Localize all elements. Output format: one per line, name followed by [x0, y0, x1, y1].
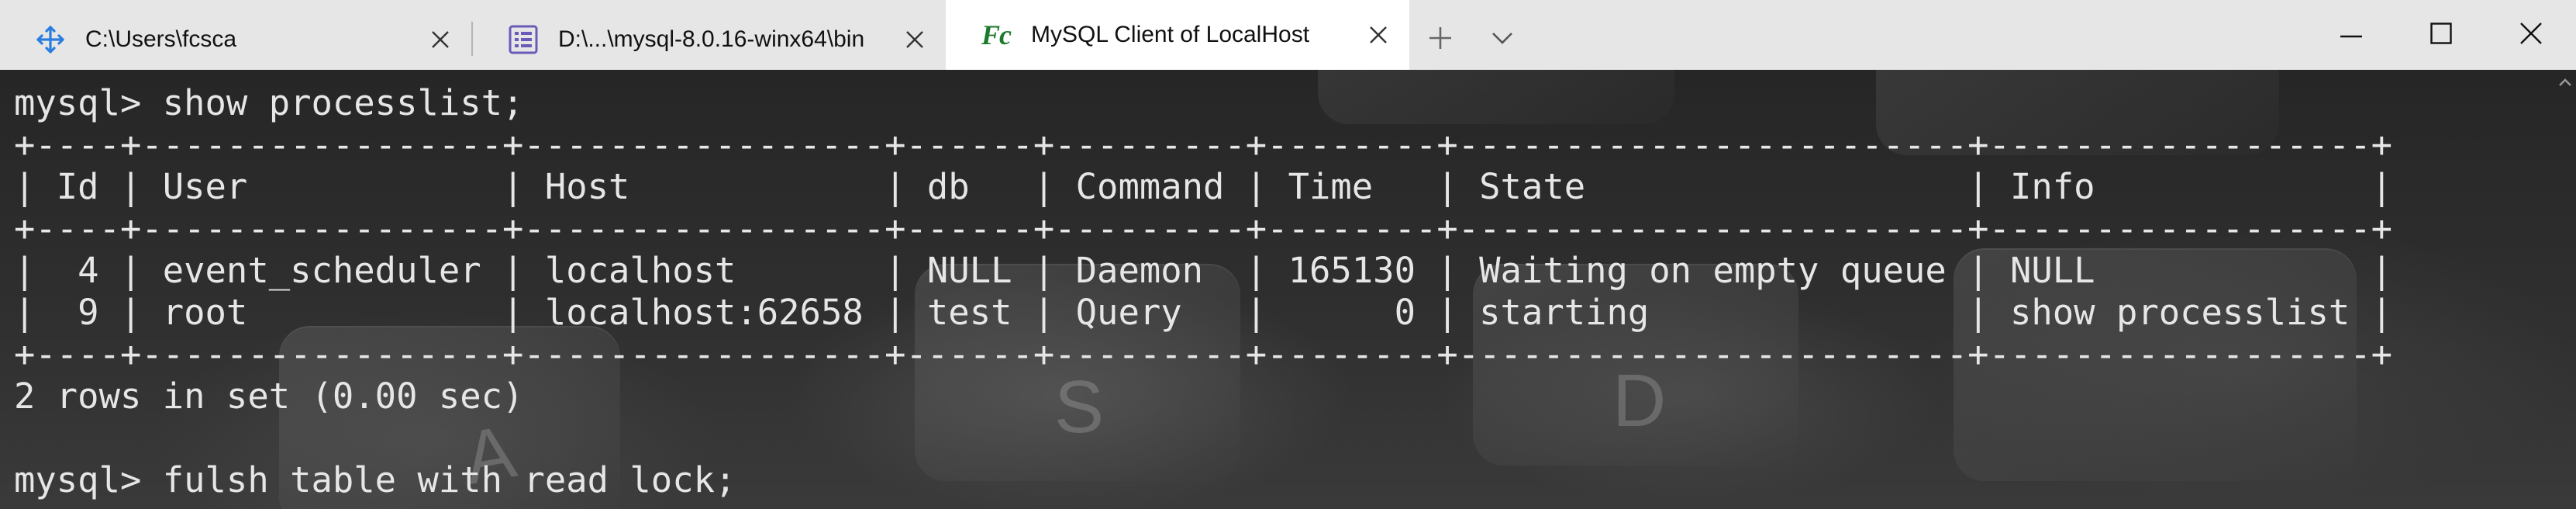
new-tab-button[interactable]	[1409, 9, 1471, 70]
plus-icon	[1428, 26, 1453, 54]
tab-bar: C:\Users\fcsca D:\...\mysql-8.0.16-winx6…	[0, 0, 2576, 70]
fc-logo-icon: Fc	[981, 19, 1012, 50]
close-icon	[2519, 22, 2543, 49]
minimize-icon	[2340, 28, 2362, 42]
scrollbar[interactable]	[2554, 70, 2576, 509]
console-output: mysql> show processlist; +----+----------…	[14, 82, 2392, 501]
console-line: mysql> show processlist;	[14, 82, 524, 123]
close-icon[interactable]	[899, 24, 930, 55]
tab-label: MySQL Client of LocalHost	[1031, 22, 1310, 47]
close-icon[interactable]	[1363, 19, 1394, 50]
console-line: 2 rows in set (0.00 sec)	[14, 376, 524, 417]
minimize-button[interactable]	[2306, 0, 2396, 70]
scroll-up-arrow-icon[interactable]	[2557, 74, 2573, 90]
tab-user-shell[interactable]: C:\Users\fcsca	[0, 9, 471, 70]
console-line: | Id | User | Host | db | Command | Time…	[14, 166, 2393, 207]
close-window-button[interactable]	[2486, 0, 2576, 70]
console-line: mysql> fulsh table with read lock;	[14, 459, 736, 500]
chevron-down-icon	[1491, 31, 1513, 49]
tab-dropdown-button[interactable]	[1471, 9, 1533, 70]
console-line: +----+-----------------+----------------…	[14, 334, 2393, 375]
tab-mysql-client-active[interactable]: Fc MySQL Client of LocalHost	[946, 0, 1409, 70]
close-icon[interactable]	[425, 24, 456, 55]
maximize-icon	[2430, 22, 2452, 48]
tab-mysql-bin[interactable]: D:\...\mysql-8.0.16-winx64\bin	[473, 9, 946, 70]
window-controls	[2306, 0, 2576, 70]
tab-label: D:\...\mysql-8.0.16-winx64\bin	[558, 26, 865, 52]
tab-label: C:\Users\fcsca	[85, 26, 237, 52]
console-line: +----+-----------------+----------------…	[14, 208, 2393, 249]
list-app-icon	[507, 23, 540, 56]
console-line: +----+-----------------+----------------…	[14, 124, 2393, 165]
terminal-area[interactable]: S D A mysql> show processlist; +----+----…	[0, 70, 2576, 509]
maximize-button[interactable]	[2396, 0, 2486, 70]
console-line: | 4 | event_scheduler | localhost | NULL…	[14, 250, 2393, 291]
console-line: | 9 | root | localhost:62658 | test | Qu…	[14, 292, 2393, 333]
move-arrows-icon	[34, 23, 67, 56]
